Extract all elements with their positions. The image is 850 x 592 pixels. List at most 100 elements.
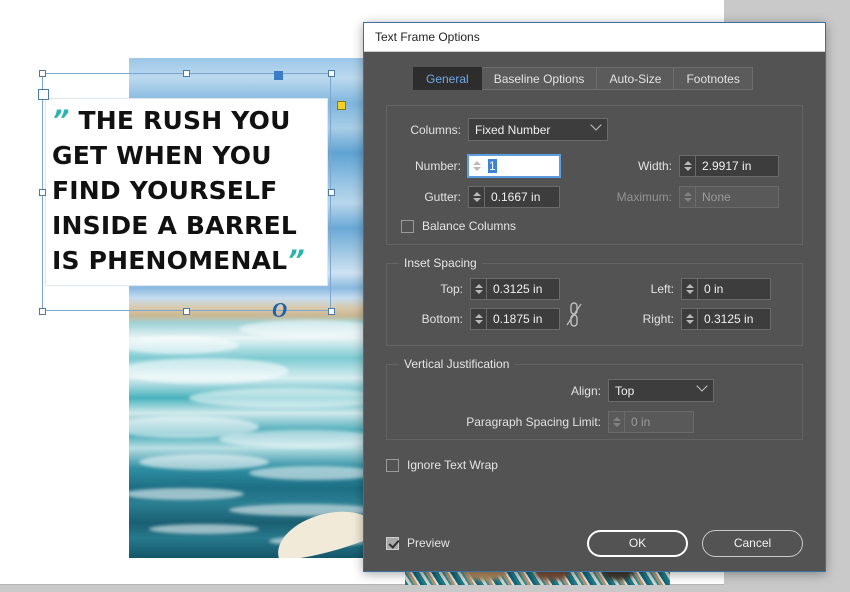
ignore-text-wrap-checkbox[interactable] xyxy=(386,458,399,472)
dialog-tabbar: General Baseline Options Auto-Size Footn… xyxy=(413,67,803,90)
balance-columns-label: Balance Columns xyxy=(422,219,517,233)
inset-bottom-label: Bottom: xyxy=(421,312,463,326)
selection-handle-top-right[interactable] xyxy=(328,70,335,77)
inset-left-field[interactable]: 0 in xyxy=(681,278,771,300)
width-value[interactable]: 2.9917 in xyxy=(695,156,778,176)
selection-handle-top-left[interactable] xyxy=(39,70,46,77)
text-frame-options-dialog[interactable]: Text Frame Options General Baseline Opti… xyxy=(363,22,826,572)
inset-top-value[interactable]: 0.3125 in xyxy=(486,279,559,299)
chevron-down-icon xyxy=(590,118,602,131)
tab-auto-size[interactable]: Auto-Size xyxy=(597,67,675,90)
dialog-titlebar[interactable]: Text Frame Options xyxy=(364,23,825,52)
preview-checkbox[interactable] xyxy=(386,536,399,550)
corner-options-handle[interactable] xyxy=(337,101,346,110)
columns-type-select[interactable]: Fixed Number xyxy=(468,118,608,141)
inset-bottom-value[interactable]: 0.1875 in xyxy=(486,309,559,329)
columns-label: Columns: xyxy=(410,122,461,137)
bottom-right-row: Bottom: 0.1875 in Right: 0.3125 in xyxy=(401,308,788,330)
stepper-up-icon[interactable] xyxy=(685,314,694,318)
stepper-down-icon[interactable] xyxy=(472,167,481,171)
selection-handle-top-center[interactable] xyxy=(183,70,190,77)
stepper-up-icon xyxy=(612,417,621,421)
inset-right-value[interactable]: 0.3125 in xyxy=(697,309,770,329)
tab-general[interactable]: General xyxy=(413,67,482,90)
gutter-label: Gutter: xyxy=(424,190,461,204)
number-label: Number: xyxy=(414,159,461,173)
inset-left-stepper[interactable] xyxy=(682,279,697,299)
stepper-down-icon[interactable] xyxy=(685,320,694,324)
selection-handle-middle-left[interactable] xyxy=(39,189,46,196)
number-stepper[interactable] xyxy=(469,156,484,176)
maximum-label: Maximum: xyxy=(616,190,672,204)
dialog-footer: Preview OK Cancel xyxy=(364,515,825,571)
inset-right-stepper[interactable] xyxy=(682,309,697,329)
inset-bottom-field[interactable]: 0.1875 in xyxy=(470,308,560,330)
selection-handle-bottom-right[interactable] xyxy=(328,308,335,315)
tab-footnotes[interactable]: Footnotes xyxy=(674,67,753,90)
inset-bottom-stepper[interactable] xyxy=(471,309,486,329)
preview-label: Preview xyxy=(407,536,450,550)
balance-columns-row[interactable]: Balance Columns xyxy=(401,219,788,233)
stepper-up-icon[interactable] xyxy=(683,161,692,165)
inset-right-field[interactable]: 0.3125 in xyxy=(681,308,771,330)
selection-handle-bottom-center[interactable] xyxy=(183,308,190,315)
tab-baseline-options[interactable]: Baseline Options xyxy=(481,67,598,90)
ignore-text-wrap-row[interactable]: Ignore Text Wrap xyxy=(386,458,803,472)
gutter-stepper[interactable] xyxy=(469,187,484,207)
stepper-up-icon[interactable] xyxy=(474,314,483,318)
anchor-point-marker[interactable] xyxy=(274,71,283,80)
selection-handle-bottom-left[interactable] xyxy=(39,308,46,315)
quote-text-block[interactable]: ” THE RUSH YOU GET WHEN YOU FIND YOURSEL… xyxy=(52,103,324,278)
stepper-down-icon[interactable] xyxy=(474,290,483,294)
width-stepper[interactable] xyxy=(680,156,695,176)
columns-row: Columns: Fixed Number xyxy=(401,118,788,141)
top-left-row: Top: 0.3125 in Left: 0 in xyxy=(401,278,788,300)
inset-top-label: Top: xyxy=(440,282,463,296)
number-input[interactable]: 1 xyxy=(484,156,559,176)
dialog-title: Text Frame Options xyxy=(375,30,480,44)
stepper-up-icon[interactable] xyxy=(474,284,483,288)
align-row: Align: Top xyxy=(401,379,788,402)
stepper-down-icon[interactable] xyxy=(683,167,692,171)
inset-top-field[interactable]: 0.3125 in xyxy=(470,278,560,300)
inset-right-label: Right: xyxy=(642,312,674,326)
columns-type-value: Fixed Number xyxy=(475,122,551,137)
paragraph-spacing-limit-field: 0 in xyxy=(608,411,694,433)
stepper-up-icon[interactable] xyxy=(472,161,481,165)
selection-handle-middle-right[interactable] xyxy=(328,189,335,196)
columns-group: Columns: Fixed Number Number: 1 Width: 2… xyxy=(386,105,803,245)
dialog-body: General Baseline Options Auto-Size Footn… xyxy=(364,52,825,573)
number-width-row: Number: 1 Width: 2.9917 in xyxy=(401,155,788,177)
inset-top-stepper[interactable] xyxy=(471,279,486,299)
paragraph-spacing-limit-label: Paragraph Spacing Limit: xyxy=(466,415,601,429)
stepper-down-icon[interactable] xyxy=(474,320,483,324)
stepper-down-icon[interactable] xyxy=(472,198,481,202)
inset-spacing-group: Inset Spacing Top: 0.3125 in Left: 0 in … xyxy=(386,256,803,346)
balance-columns-checkbox[interactable] xyxy=(401,219,414,233)
ok-button[interactable]: OK xyxy=(587,529,688,557)
gutter-field[interactable]: 0.1667 in xyxy=(468,186,560,208)
inset-left-value[interactable]: 0 in xyxy=(697,279,770,299)
stepper-up-icon[interactable] xyxy=(685,284,694,288)
inset-spacing-title: Inset Spacing xyxy=(399,256,482,270)
gutter-value[interactable]: 0.1667 in xyxy=(484,187,559,207)
stepper-up-icon[interactable] xyxy=(472,192,481,196)
quote-line: ” THE RUSH YOU xyxy=(52,105,291,136)
maximum-value: None xyxy=(695,187,778,207)
paragraph-spacing-limit-row: Paragraph Spacing Limit: 0 in xyxy=(401,411,788,433)
quote-line: FIND YOURSELF xyxy=(52,176,278,205)
number-field[interactable]: 1 xyxy=(468,155,560,177)
cancel-button[interactable]: Cancel xyxy=(702,529,803,557)
maximum-field: None xyxy=(679,186,779,208)
align-label: Align: xyxy=(570,383,601,398)
preview-row[interactable]: Preview xyxy=(386,536,450,550)
align-select[interactable]: Top xyxy=(608,379,714,402)
text-inport-handle[interactable] xyxy=(38,89,49,100)
width-label: Width: xyxy=(637,159,672,173)
quote-line: GET WHEN YOU xyxy=(52,141,272,170)
width-field[interactable]: 2.9917 in xyxy=(679,155,779,177)
vertical-justification-title: Vertical Justification xyxy=(399,357,515,371)
stepper-down-icon[interactable] xyxy=(685,290,694,294)
stepper-down-icon xyxy=(612,423,621,427)
broken-chain-icon[interactable] xyxy=(565,302,583,328)
